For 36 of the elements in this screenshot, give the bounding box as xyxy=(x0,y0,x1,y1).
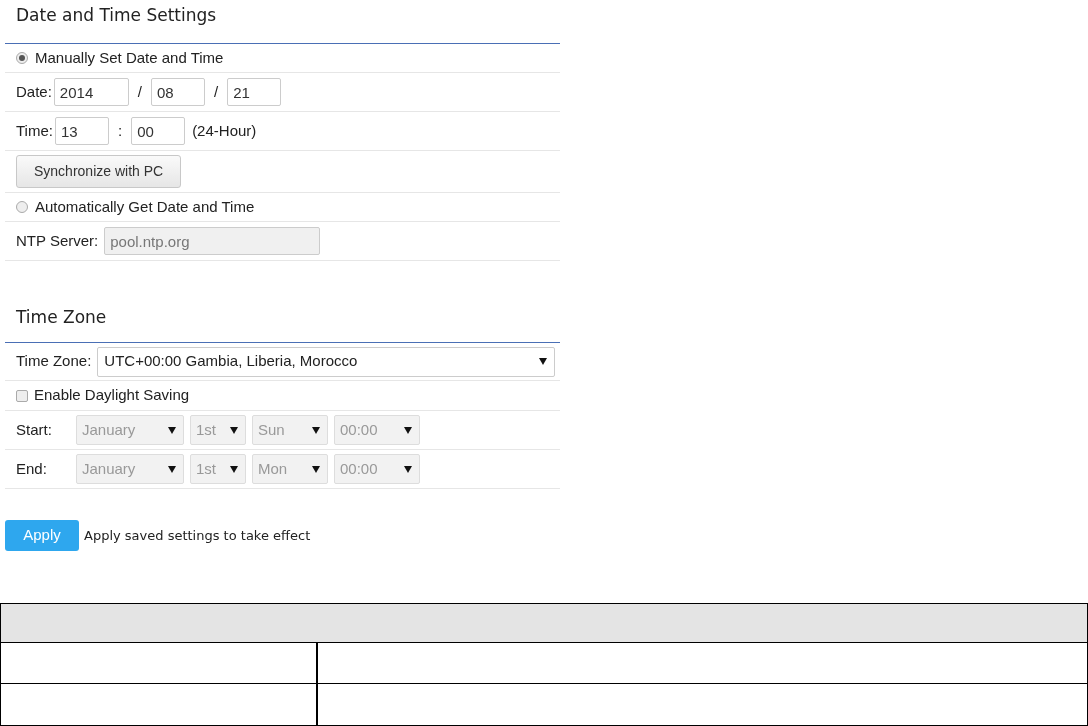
radio-label: Automatically Get Date and Time xyxy=(35,196,255,217)
synchronize-button[interactable]: Synchronize with PC xyxy=(16,155,182,188)
dropdown-arrow-icon xyxy=(404,426,412,434)
field-label: End: xyxy=(16,458,48,479)
dropdown-arrow-icon xyxy=(230,465,238,473)
apply-note: Apply saved settings to take effect xyxy=(84,526,311,545)
field-label: Time Zone: xyxy=(16,351,92,372)
field-label: Time: xyxy=(16,120,53,141)
field-label: Start: xyxy=(16,419,53,440)
separator: / xyxy=(214,81,219,102)
dropdown-arrow-icon xyxy=(404,465,412,473)
field-label: Date: xyxy=(16,81,52,102)
radio-label: Manually Set Date and Time xyxy=(35,47,224,68)
input-field[interactable]: 08 xyxy=(151,78,206,106)
input-field[interactable]: 21 xyxy=(227,78,282,106)
dropdown-arrow-icon xyxy=(168,426,176,434)
separator: : xyxy=(117,120,123,141)
input-field[interactable]: 13 xyxy=(54,117,109,145)
radio-button[interactable] xyxy=(16,201,28,213)
dropdown-arrow-icon xyxy=(312,426,320,434)
dropdown-arrow-icon xyxy=(230,426,238,434)
checkbox-label: Enable Daylight Saving xyxy=(34,385,190,406)
timezone-dropdown[interactable]: UTC+00:00 Gambia, Liberia, Morocco xyxy=(97,346,555,377)
checkbox[interactable] xyxy=(16,389,28,402)
separator: / xyxy=(137,81,143,102)
dropdown-arrow-icon xyxy=(539,358,547,365)
input-field[interactable]: 00 xyxy=(131,117,186,145)
field-label: NTP Server: xyxy=(16,230,99,251)
apply-button[interactable]: Apply xyxy=(5,520,79,551)
hint-text: (24-Hour) xyxy=(192,120,257,141)
input-field[interactable]: 2014 xyxy=(53,78,129,106)
dropdown-arrow-icon xyxy=(168,465,176,473)
radio-button[interactable] xyxy=(16,52,28,64)
section-heading: Time Zone xyxy=(15,306,108,329)
section-heading: Date and Time Settings xyxy=(15,4,218,27)
dropdown-arrow-icon xyxy=(312,465,320,473)
